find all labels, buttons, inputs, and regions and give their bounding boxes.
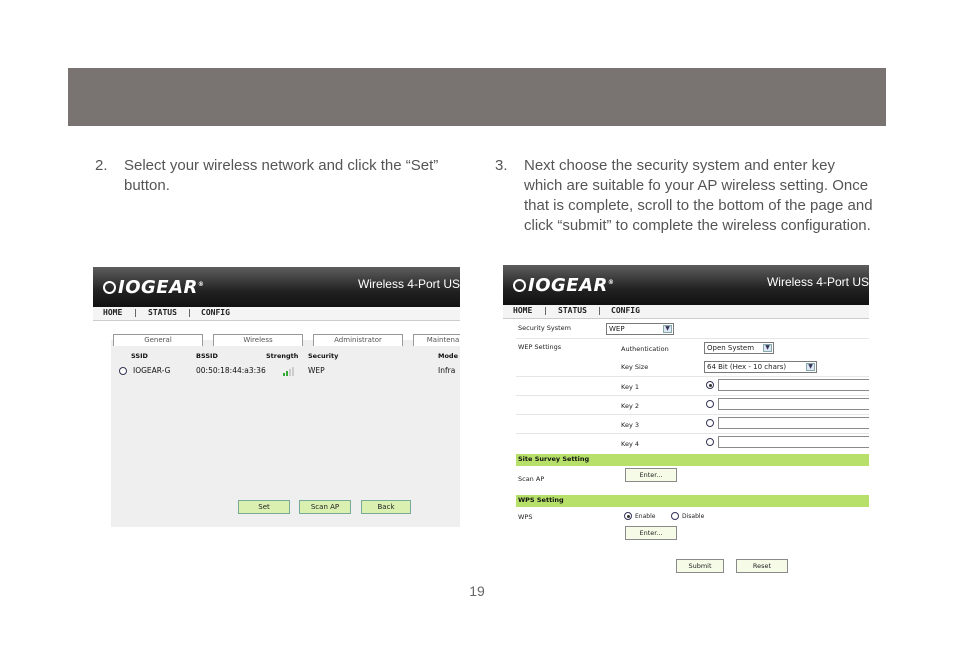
security-form: Security System WEP ▼ WEP Settings Authen… (516, 320, 869, 580)
key-3-label: Key 3 (621, 421, 639, 429)
key-1-radio[interactable] (706, 381, 714, 389)
tab-wireless[interactable]: Wireless (213, 334, 303, 346)
network-ssid: IOGEAR-G (133, 366, 171, 375)
site-list-panel: General Wireless Administrator Maintena … (111, 334, 460, 527)
manual-page: 2. Select your wireless network and clic… (0, 0, 954, 665)
wps-heading: WPS Setting (518, 496, 564, 504)
key-4-input[interactable] (718, 436, 869, 448)
product-title: Wireless 4-Port US (766, 275, 869, 289)
key-2-radio[interactable] (706, 400, 714, 408)
authentication-value: Open System (707, 344, 755, 352)
nav-separator: | (188, 308, 191, 317)
col-security: Security (308, 352, 339, 360)
scan-ap-button[interactable]: Scan AP (299, 500, 351, 514)
nav-separator: | (134, 308, 137, 317)
nav-config[interactable]: CONFIG (611, 306, 640, 315)
step-3-number: 3. (495, 157, 508, 174)
submit-button[interactable]: Submit (676, 559, 724, 573)
step-2-number: 2. (95, 157, 108, 174)
key-size-row: Key Size 64 Bit (Hex - 10 chars) ▼ (516, 358, 869, 377)
col-ssid: SSID (131, 352, 148, 360)
network-bssid: 00:50:18:44:a3:36 (196, 366, 266, 375)
authentication-label: Authentication (621, 345, 669, 353)
wireless-page-body: General Wireless Administrator Maintena … (93, 322, 460, 527)
step-2-text: Select your wireless network and click t… (124, 157, 439, 194)
wps-label: WPS (518, 513, 533, 521)
key-1-input[interactable] (718, 379, 869, 391)
nav-separator: | (544, 306, 547, 315)
col-bssid: BSSID (196, 352, 218, 360)
step-3-text: Next choose the security system and ente… (524, 157, 873, 234)
product-title: Wireless 4-Port US (357, 277, 460, 291)
nav-home[interactable]: HOME (513, 306, 532, 315)
network-security: WEP (308, 366, 325, 375)
chevron-down-icon: ▼ (806, 363, 815, 371)
header-band (68, 68, 886, 126)
chevron-down-icon: ▼ (763, 344, 772, 352)
nav-status[interactable]: STATUS (148, 308, 177, 317)
nav-status[interactable]: STATUS (558, 306, 587, 315)
key-2-input[interactable] (718, 398, 869, 410)
network-mode: Infra (438, 366, 456, 375)
key-1-label: Key 1 (621, 383, 639, 391)
key-4-radio[interactable] (706, 438, 714, 446)
router-nav: HOME | STATUS | CONFIG (503, 305, 869, 319)
iogear-logo: IOGEAR® (513, 275, 614, 296)
nav-home[interactable]: HOME (103, 308, 122, 317)
key-2-label: Key 2 (621, 402, 639, 410)
key-row: Key 3 (516, 415, 869, 434)
key-row: Key 1 (516, 377, 869, 396)
reset-button[interactable]: Reset (736, 559, 788, 573)
scan-enter-button[interactable]: Enter... (625, 468, 677, 482)
key-size-value: 64 Bit (Hex - 10 chars) (707, 363, 787, 371)
back-button[interactable]: Back (361, 500, 411, 514)
wps-heading-bar: WPS Setting (516, 495, 869, 507)
network-radio[interactable] (119, 367, 127, 375)
key-3-radio[interactable] (706, 419, 714, 427)
wep-settings-label: WEP Settings (518, 343, 562, 351)
signal-strength-icon (283, 367, 295, 376)
nav-config[interactable]: CONFIG (201, 308, 230, 317)
key-3-input[interactable] (718, 417, 869, 429)
nav-separator: | (598, 306, 601, 315)
security-system-row: Security System WEP ▼ (516, 320, 869, 339)
wps-enable-label: Enable (635, 513, 656, 520)
router-banner: IOGEAR® Wireless 4-Port US (93, 267, 460, 307)
iogear-logo: IOGEAR® (103, 277, 204, 298)
site-survey-heading-bar: Site Survey Setting (516, 454, 869, 466)
wps-enter-button[interactable]: Enter... (625, 526, 677, 540)
security-system-value: WEP (609, 325, 625, 333)
security-system-label: Security System (518, 324, 571, 332)
key-size-label: Key Size (621, 363, 649, 371)
col-mode: Mode (438, 352, 458, 360)
tab-maintenance[interactable]: Maintena (413, 334, 460, 346)
key-size-select[interactable]: 64 Bit (Hex - 10 chars) ▼ (704, 361, 817, 373)
tab-administrator[interactable]: Administrator (313, 334, 403, 346)
site-survey-heading: Site Survey Setting (518, 455, 590, 463)
wps-disable-radio[interactable] (671, 512, 679, 520)
security-system-select[interactable]: WEP ▼ (606, 323, 674, 335)
chevron-down-icon: ▼ (663, 325, 672, 333)
page-number: 19 (469, 583, 485, 599)
tab-general[interactable]: General (113, 334, 203, 346)
key-4-label: Key 4 (621, 440, 639, 448)
wps-disable-label: Disable (682, 513, 705, 520)
key-row: Key 2 (516, 396, 869, 415)
router-banner: IOGEAR® Wireless 4-Port US (503, 265, 869, 305)
set-button[interactable]: Set (238, 500, 290, 514)
router-nav: HOME | STATUS | CONFIG (93, 307, 460, 321)
screenshot-wep-settings: IOGEAR® Wireless 4-Port US HOME | STATUS… (503, 265, 869, 580)
key-row: Key 4 (516, 434, 869, 453)
screenshot-wireless-list: IOGEAR® Wireless 4-Port US HOME | STATUS… (93, 267, 460, 527)
col-strength: Strength (266, 352, 299, 360)
wps-enable-radio[interactable] (624, 512, 632, 520)
wep-settings-row: WEP Settings Authentication Open System ▼ (516, 339, 869, 358)
authentication-select[interactable]: Open System ▼ (704, 342, 774, 354)
scan-ap-label: Scan AP (518, 475, 545, 483)
